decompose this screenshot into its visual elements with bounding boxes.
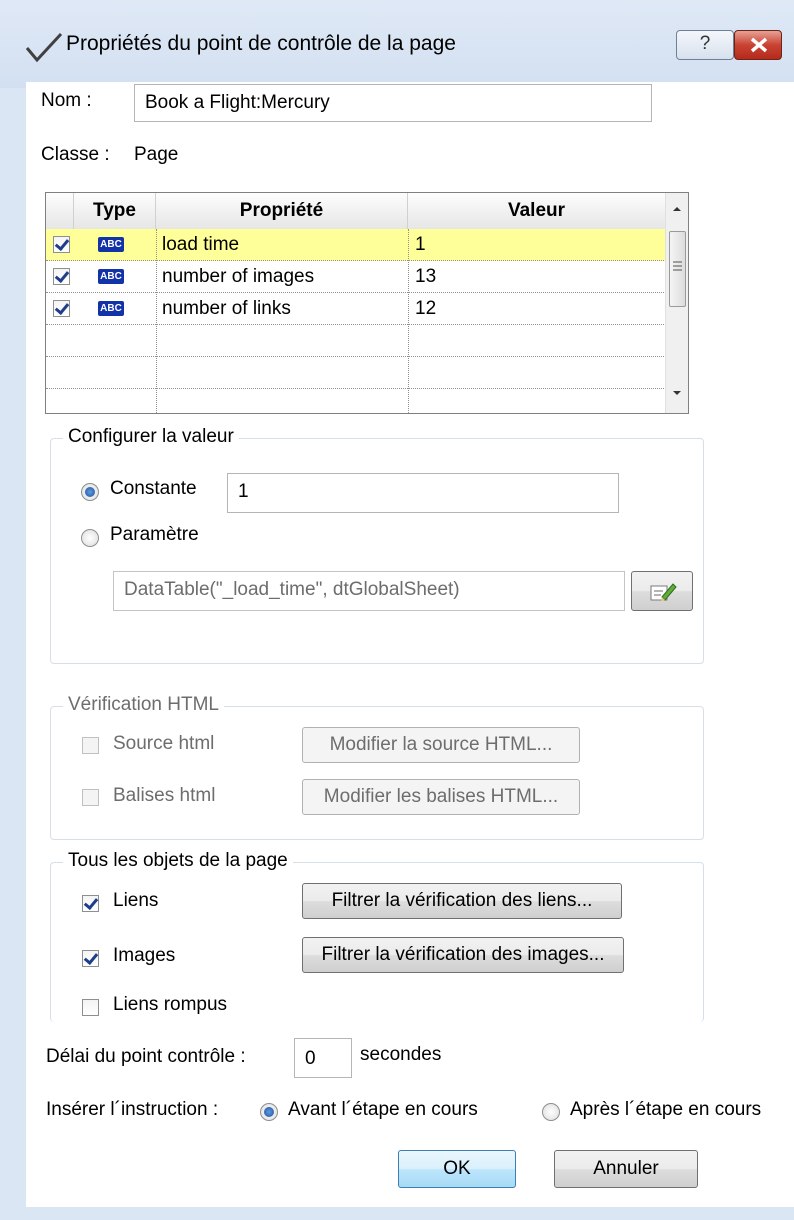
- configure-value-group: Configurer la valeur Constante 1 Paramèt…: [50, 426, 704, 664]
- html-verification-legend: Vérification HTML: [63, 694, 224, 716]
- property-cell: number of links: [162, 298, 291, 319]
- links-label[interactable]: Liens: [113, 890, 158, 912]
- value-cell[interactable]: 12: [415, 293, 436, 324]
- edit-html-tags-button[interactable]: Modifier les balises HTML...: [302, 779, 580, 815]
- vertical-scrollbar[interactable]: [665, 193, 688, 413]
- filter-images-button[interactable]: Filtrer la vérification des images...: [302, 937, 624, 973]
- value-cell[interactable]: 13: [415, 261, 436, 292]
- all-page-objects-group: Tous les objets de la page Liens Filtrer…: [50, 850, 704, 1022]
- broken-links-checkbox[interactable]: [82, 999, 99, 1016]
- scroll-down-arrow-icon[interactable]: [671, 389, 683, 397]
- abc-type-icon: ABC: [98, 237, 124, 252]
- grid-header: Type Propriété Valeur: [46, 193, 666, 230]
- header-checkbox-column: [46, 193, 74, 229]
- source-html-checkbox[interactable]: [82, 737, 99, 754]
- insert-before-label[interactable]: Avant l´étape en cours: [288, 1099, 478, 1121]
- images-checkbox[interactable]: [82, 950, 99, 967]
- edit-parameter-button[interactable]: [631, 571, 693, 611]
- dialog-window: Propriétés du point de contrôle de la pa…: [0, 0, 794, 1220]
- filter-links-button[interactable]: Filtrer la vérification des liens...: [302, 883, 622, 919]
- property-cell: number of images: [162, 266, 315, 287]
- column-divider: [156, 229, 157, 413]
- parameter-label[interactable]: Paramètre: [110, 524, 199, 546]
- cancel-button[interactable]: Annuler: [554, 1150, 698, 1188]
- abc-type-icon: ABC: [98, 301, 124, 316]
- table-row[interactable]: ABC number of images 13: [46, 261, 666, 293]
- insert-after-radio[interactable]: [542, 1103, 560, 1121]
- html-tags-checkbox[interactable]: [82, 789, 99, 806]
- ok-button[interactable]: OK: [398, 1150, 516, 1188]
- checkpoint-icon: [25, 32, 63, 63]
- help-button[interactable]: ?: [676, 30, 734, 60]
- title-bar: Propriétés du point de contrôle de la pa…: [0, 0, 794, 88]
- insert-after-label[interactable]: Après l´étape en cours: [570, 1099, 761, 1121]
- name-field[interactable]: Book a Flight:Mercury: [134, 84, 652, 122]
- row-checkbox[interactable]: [53, 300, 70, 317]
- empty-row: [46, 325, 666, 357]
- row-checkbox[interactable]: [53, 236, 70, 253]
- name-label: Nom :: [41, 90, 92, 111]
- parameter-value-field: DataTable("_load_time", dtGlobalSheet): [113, 571, 625, 611]
- window-title: Propriétés du point de contrôle de la pa…: [66, 32, 456, 55]
- insert-before-radio[interactable]: [260, 1103, 278, 1121]
- scrollbar-thumb[interactable]: [669, 231, 686, 307]
- constant-value-field[interactable]: 1: [227, 473, 619, 513]
- grip-icon: [673, 261, 682, 271]
- header-property[interactable]: Propriété: [156, 193, 408, 229]
- edit-html-source-button[interactable]: Modifier la source HTML...: [302, 727, 580, 763]
- all-objects-legend: Tous les objets de la page: [63, 850, 293, 872]
- images-label[interactable]: Images: [113, 945, 175, 967]
- help-icon: ?: [699, 33, 711, 54]
- insert-instruction-label: Insérer l´instruction :: [46, 1099, 219, 1120]
- class-value: Page: [134, 144, 179, 165]
- broken-links-label[interactable]: Liens rompus: [113, 994, 227, 1016]
- timeout-unit: secondes: [360, 1044, 442, 1065]
- table-row[interactable]: ABC number of links 12: [46, 293, 666, 325]
- timeout-label: Délai du point contrôle :: [46, 1046, 246, 1067]
- links-checkbox[interactable]: [82, 895, 99, 912]
- html-tags-label: Balises html: [113, 785, 216, 806]
- header-type[interactable]: Type: [74, 193, 156, 229]
- timeout-field[interactable]: 0: [294, 1038, 352, 1078]
- properties-grid[interactable]: Type Propriété Valeur ABC load time 1 AB…: [45, 192, 689, 414]
- parameter-radio[interactable]: [81, 529, 99, 547]
- value-cell[interactable]: 1: [415, 229, 426, 260]
- html-verification-group: Vérification HTML Source html Modifier l…: [50, 694, 704, 840]
- empty-row: [46, 357, 666, 389]
- row-checkbox[interactable]: [53, 268, 70, 285]
- class-label: Classe :: [41, 144, 110, 165]
- scroll-up-arrow-icon[interactable]: [671, 205, 683, 213]
- table-row[interactable]: ABC load time 1: [46, 229, 666, 261]
- empty-row: [46, 389, 666, 413]
- header-value[interactable]: Valeur: [408, 193, 666, 229]
- edit-pencil-icon: [650, 583, 677, 601]
- column-divider: [408, 229, 409, 413]
- configure-value-legend: Configurer la valeur: [63, 426, 239, 448]
- close-button[interactable]: [734, 30, 782, 60]
- close-icon: [750, 37, 768, 53]
- abc-type-icon: ABC: [98, 269, 124, 284]
- dialog-body: Nom : Book a Flight:Mercury Classe : Pag…: [26, 82, 794, 1207]
- constant-radio[interactable]: [81, 483, 99, 501]
- property-cell: load time: [162, 234, 240, 255]
- source-html-label: Source html: [113, 733, 215, 754]
- constant-label[interactable]: Constante: [110, 478, 197, 500]
